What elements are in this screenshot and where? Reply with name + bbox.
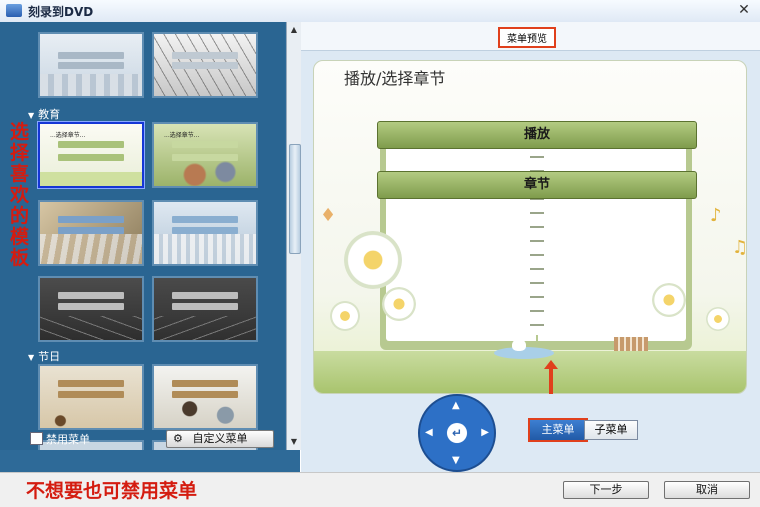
category-education[interactable]: ▼ 教育 (28, 106, 60, 122)
daisy-flower (652, 283, 686, 317)
daisy-flower (706, 307, 730, 331)
navigation-dpad[interactable]: ▲ ▼ ◀ ▶ ↵ (418, 394, 496, 472)
scroll-up-icon[interactable]: ▲ (287, 24, 301, 36)
disable-menu-checkbox[interactable] (30, 432, 43, 445)
dvd-app-icon (6, 4, 22, 17)
close-icon[interactable]: ✕ (736, 2, 752, 18)
music-note-icon: ♪ (710, 205, 722, 226)
window-title: 刻录到DVD (28, 5, 94, 19)
collapse-triangle-icon[interactable]: ▼ (28, 111, 34, 120)
daisy-flower (330, 301, 360, 331)
next-button[interactable]: 下一步 (563, 481, 649, 499)
template-thumbnail[interactable] (152, 276, 258, 342)
template-thumbnail[interactable] (38, 276, 144, 342)
daisy-flower (344, 231, 402, 289)
preview-header: 菜单预览 (301, 22, 760, 51)
cancel-button[interactable]: 取消 (664, 481, 750, 499)
tab-main-menu[interactable]: 主菜单 (528, 418, 588, 442)
template-gallery: ▼ 教育 ...选择章节... ...选择章节... ▼ 节日 (0, 22, 285, 450)
template-thumbnail-selected[interactable]: ...选择章节... (38, 122, 144, 188)
preview-panel: 菜单预览 播放/选择章节 ♪ ♫ ♦ 播放 章节 ▲ ▼ ◀ ▶ ↵ 主菜单 子… (301, 22, 760, 472)
category-label: 教育 (38, 108, 61, 121)
category-holiday[interactable]: ▼ 节日 (28, 348, 60, 364)
annotation-choose-template: 选择喜欢的模板 (10, 121, 30, 269)
play-menu-button[interactable]: 播放 (377, 121, 697, 149)
arrow-left-icon[interactable]: ◀ (425, 427, 433, 438)
scroll-thumb[interactable] (289, 144, 301, 254)
category-label: 节日 (38, 350, 61, 363)
notebook-spiral (530, 135, 544, 335)
notebook-illustration: 播放 章节 (377, 121, 697, 350)
gear-icon: ⚙ (173, 432, 183, 445)
collapse-triangle-icon[interactable]: ▼ (28, 353, 34, 362)
music-note-icon: ♫ (732, 237, 747, 258)
template-thumbnail[interactable] (38, 32, 144, 98)
enter-icon[interactable]: ↵ (447, 423, 467, 443)
chapter-menu-button[interactable]: 章节 (377, 171, 697, 199)
template-thumbnail[interactable]: ...选择章节... (152, 122, 258, 188)
arrow-up-icon[interactable]: ▲ (452, 400, 460, 411)
bench (614, 337, 648, 351)
annotation-disable-menu: 不想要也可禁用菜单 (26, 480, 198, 502)
template-thumbnail[interactable] (152, 364, 258, 430)
template-panel: ▼ 教育 ...选择章节... ...选择章节... ▼ 节日 ▲ ▼ (0, 22, 301, 472)
gallery-scrollbar[interactable]: ▲ ▼ (286, 22, 301, 450)
title-bar: 刻录到DVD ✕ (0, 0, 760, 23)
menu-preview-canvas: 播放/选择章节 ♪ ♫ ♦ 播放 章节 (313, 60, 747, 394)
swan (512, 339, 526, 351)
template-caption: ...选择章节... (50, 132, 86, 139)
preview-title: 播放/选择章节 (344, 69, 446, 88)
arrow-down-icon[interactable]: ▼ (452, 455, 460, 466)
menu-preview-label: 菜单预览 (498, 27, 556, 48)
arrow-right-icon[interactable]: ▶ (481, 427, 489, 438)
custom-menu-button[interactable]: ⚙ 自定义菜单 (166, 430, 274, 448)
custom-menu-label: 自定义菜单 (192, 432, 248, 445)
daisy-flower (382, 287, 416, 321)
template-thumbnail[interactable] (152, 200, 258, 266)
footprint-icon: ♦ (320, 205, 337, 226)
template-thumbnail[interactable] (152, 32, 258, 98)
scroll-down-icon[interactable]: ▼ (287, 436, 301, 448)
template-thumbnail[interactable] (38, 364, 144, 430)
template-caption: ...选择章节... (164, 132, 200, 139)
annotation-arrow (544, 360, 558, 394)
template-thumbnail[interactable] (38, 200, 144, 266)
tab-sub-menu[interactable]: 子菜单 (584, 420, 638, 440)
disable-menu-label: 禁用菜单 (46, 433, 90, 446)
